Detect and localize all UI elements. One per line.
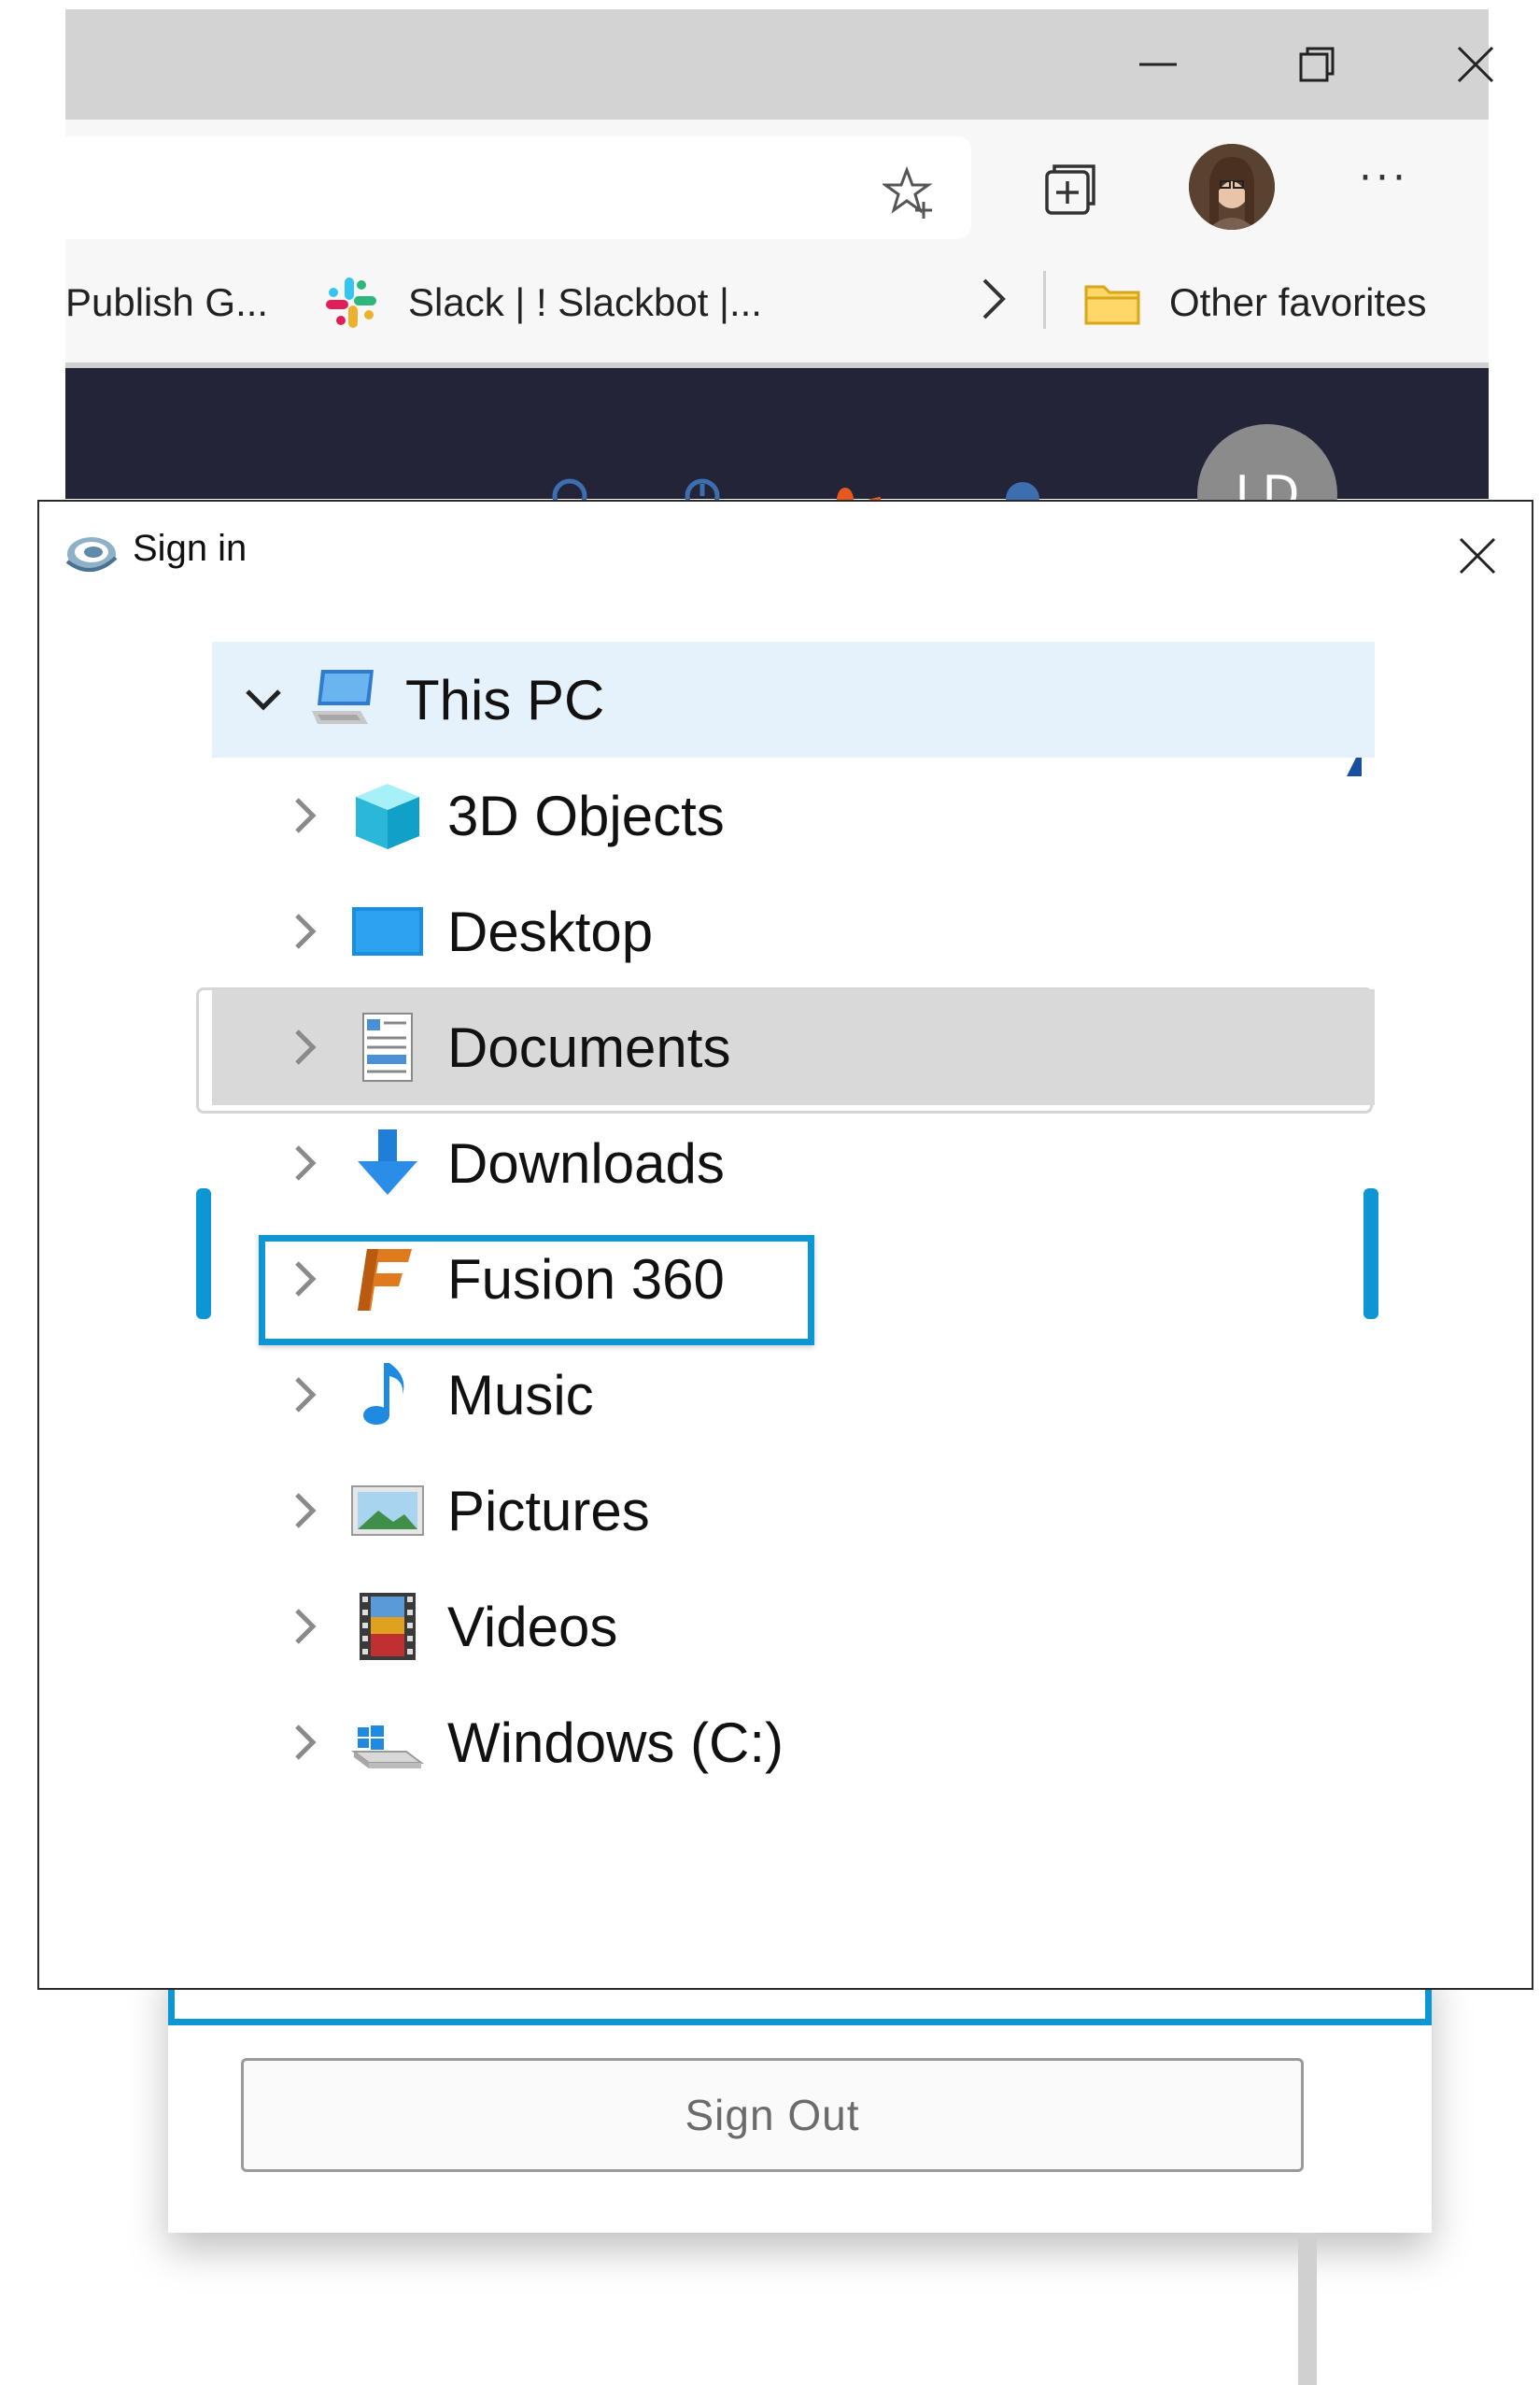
- window-close-button[interactable]: [1396, 9, 1540, 120]
- sign-out-button[interactable]: Sign Out: [241, 2058, 1304, 2172]
- close-icon: [1457, 46, 1494, 83]
- chevron-right-icon[interactable]: [277, 1598, 333, 1654]
- browser-toolbar: ···: [65, 120, 1489, 250]
- pictures-icon: [350, 1473, 425, 1548]
- chevron-right-icon[interactable]: [277, 1483, 333, 1539]
- favorite-item-publish[interactable]: Publish G...: [65, 275, 268, 331]
- chevron-right-icon[interactable]: [277, 1714, 333, 1770]
- favorite-item-slack[interactable]: Slack | ! Slackbot |...: [322, 275, 762, 331]
- tree-item-label: Downloads: [447, 1131, 725, 1195]
- chevron-right-icon[interactable]: [277, 1135, 333, 1191]
- tree-item-label: Videos: [447, 1595, 618, 1658]
- tree-item-downloads[interactable]: Downloads: [212, 1105, 1375, 1221]
- videos-icon: [350, 1589, 425, 1664]
- desktop-icon: [350, 894, 425, 969]
- downloads-icon: [350, 1126, 425, 1200]
- more-options-icon[interactable]: ···: [1359, 158, 1415, 202]
- scrollbar-track: [1298, 2233, 1317, 2385]
- computer-icon: [308, 662, 383, 737]
- address-bar[interactable]: [65, 136, 971, 239]
- restore-button[interactable]: [1237, 9, 1396, 120]
- profile-photo-icon: [1189, 144, 1275, 230]
- other-favorites-folder[interactable]: Other favorites: [1083, 275, 1426, 331]
- browser-title-bar: [65, 9, 1494, 120]
- tree-item-desktop[interactable]: Desktop: [212, 873, 1375, 989]
- tree-item-label: Pictures: [447, 1479, 650, 1542]
- chevron-right-icon[interactable]: [277, 1019, 333, 1075]
- tree-item-label: Desktop: [447, 900, 654, 963]
- favorites-bar: Publish G... Slack | ! Slackbot |... Oth…: [65, 250, 1489, 368]
- favorites-divider: [1043, 271, 1046, 329]
- chevron-right-icon[interactable]: [277, 788, 333, 844]
- tree-item-documents[interactable]: Documents: [212, 989, 1375, 1105]
- add-favorite-star-icon[interactable]: [883, 164, 939, 220]
- folder-icon: [1084, 285, 1140, 325]
- favorite-label: Publish G...: [65, 280, 269, 324]
- chevron-right-icon[interactable]: [277, 1367, 333, 1423]
- tree-item-music[interactable]: Music: [212, 1337, 1375, 1453]
- favorite-label: Slack | ! Slackbot |...: [408, 280, 762, 324]
- tree-item-windows-c[interactable]: Windows (C:): [212, 1684, 1375, 1800]
- chevron-down-icon[interactable]: [235, 672, 291, 728]
- documents-icon: [350, 1010, 425, 1085]
- profile-avatar[interactable]: [1189, 144, 1275, 230]
- drive-icon: [350, 1705, 425, 1780]
- chevron-right-icon[interactable]: [277, 903, 333, 959]
- app-header: LD: [65, 368, 1489, 564]
- tree-item-this-pc[interactable]: This PC: [212, 642, 1375, 758]
- tree-item-label: This PC: [405, 668, 605, 731]
- tree-item-label: Documents: [447, 1015, 731, 1079]
- dialog-close-icon[interactable]: [1451, 530, 1504, 582]
- minimize-icon: [1139, 63, 1177, 66]
- tree-item-label: Music: [447, 1363, 594, 1427]
- underlying-highlight-left: [196, 1188, 211, 1319]
- chevron-right-icon[interactable]: [971, 271, 1018, 327]
- annotation-highlight-box: [259, 1235, 814, 1345]
- minimize-button[interactable]: [1079, 9, 1237, 120]
- tree-item-label: 3D Objects: [447, 784, 725, 847]
- restore-icon: [1299, 47, 1335, 82]
- collections-icon[interactable]: [1041, 159, 1099, 217]
- other-favorites-label: Other favorites: [1169, 280, 1427, 324]
- tree-item-pictures[interactable]: Pictures: [212, 1453, 1375, 1569]
- tree-item-videos[interactable]: Videos: [212, 1569, 1375, 1684]
- tree-item-3d-objects[interactable]: 3D Objects: [212, 758, 1375, 873]
- 3d-objects-icon: [350, 778, 425, 853]
- tree-item-label: Windows (C:): [447, 1711, 784, 1774]
- slack-icon: [326, 277, 376, 328]
- sign-in-dialog: Sign in This PC 3D Objects Desktop Docum…: [37, 500, 1533, 1990]
- dialog-title: Sign in: [133, 528, 247, 569]
- app-logo-icon: [65, 537, 118, 572]
- music-icon: [350, 1357, 425, 1432]
